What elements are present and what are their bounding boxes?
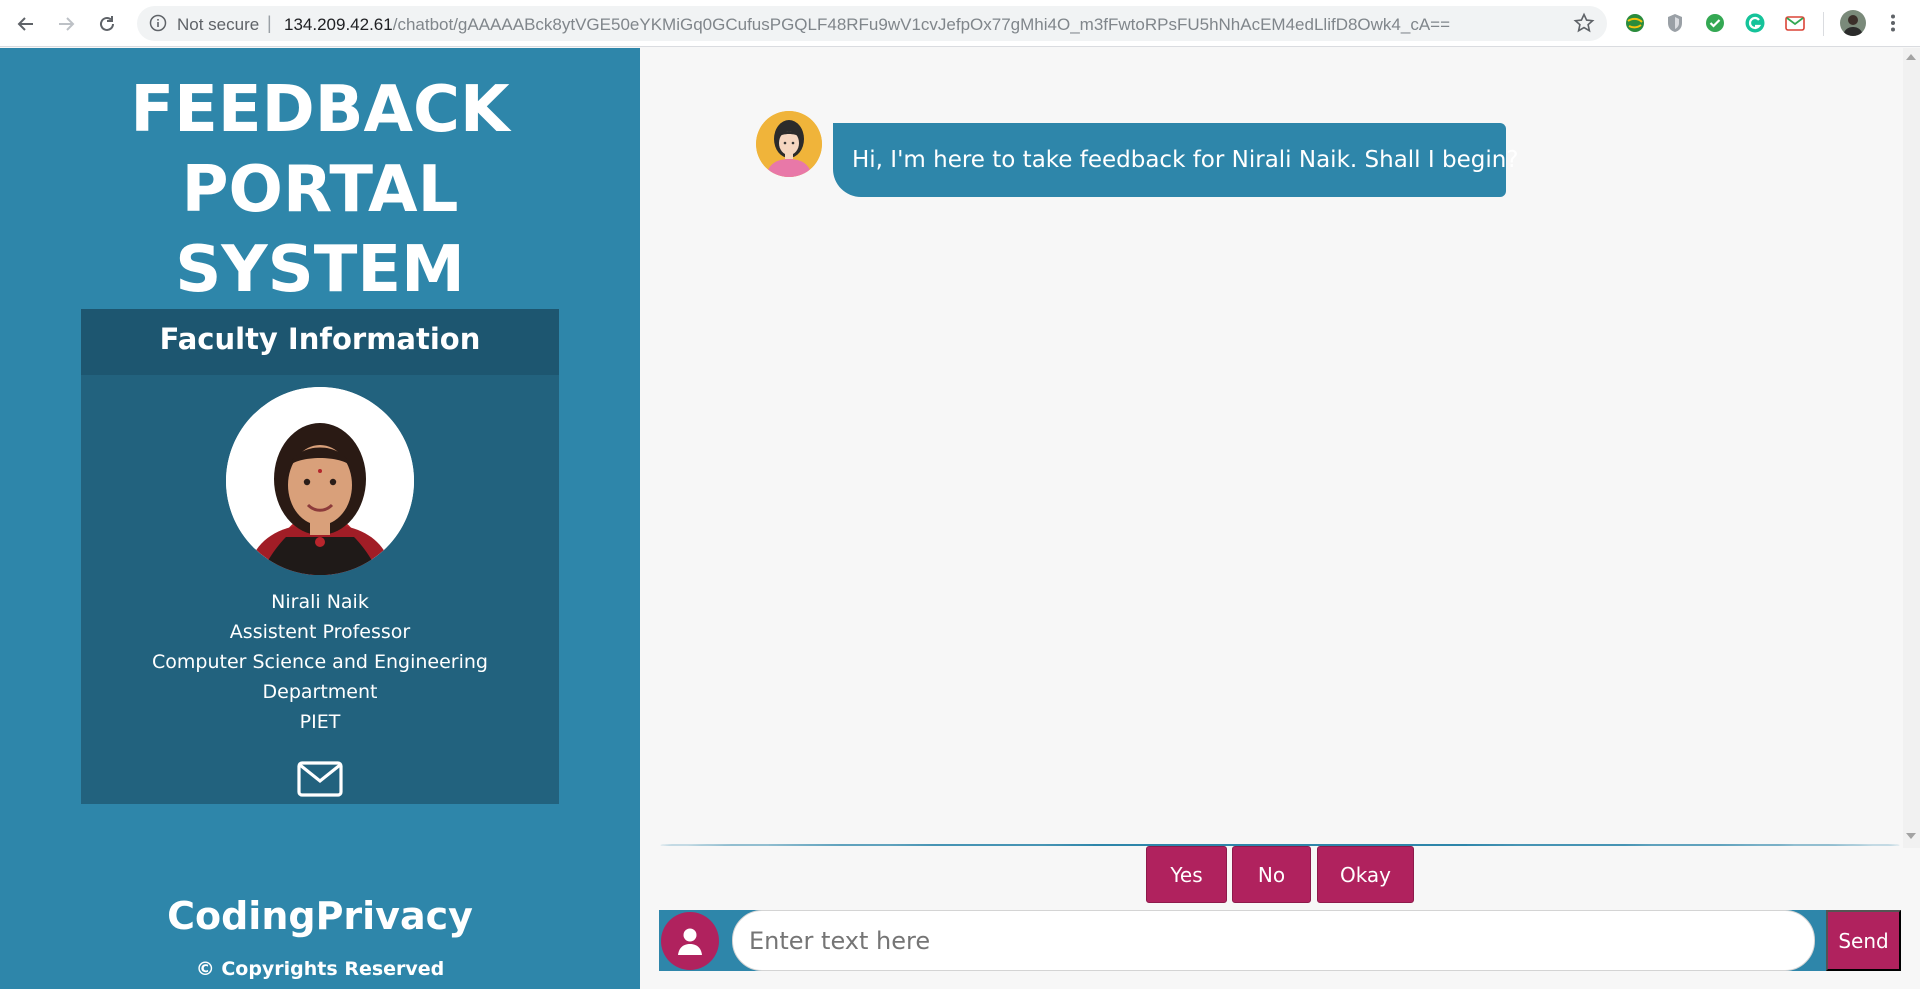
url-path: /chatbot/gAAAAABck8ytVGE50eYKMiGq0GCufus… [392,15,1451,34]
bot-avatar-icon [756,111,822,177]
faculty-photo [226,387,414,575]
profile-avatar-icon[interactable] [1840,10,1866,36]
faculty-department-line-1: Computer Science and Engineering [152,651,488,673]
browser-toolbar: Not secure | 134.209.42.61/chatbot/gAAAA… [0,0,1920,47]
faculty-name: Nirali Naik [271,591,369,613]
star-icon[interactable] [1573,12,1595,34]
url-separator: | [267,13,272,33]
extension-globe-icon[interactable] [1624,12,1646,34]
send-button[interactable]: Send [1826,910,1901,971]
faculty-designation: Assistent Professor [229,621,411,643]
scroll-up-arrow-icon[interactable] [1906,54,1916,60]
extension-grammarly-icon[interactable] [1744,12,1766,34]
envelope-icon[interactable] [297,761,343,797]
security-label: Not secure [177,15,260,34]
title-line-1: FEEDBACK PORTAL [130,73,510,227]
faculty-info-heading: Faculty Information [81,309,559,375]
chat-scrollbar[interactable] [1903,48,1920,848]
chat-panel: Hi, I'm here to take feedback for Nirali… [640,48,1920,989]
back-arrow-icon[interactable] [12,10,40,38]
kebab-menu-icon[interactable] [1882,12,1904,34]
faculty-info-card: Faculty Information Nirali Naik Assisten… [81,309,559,804]
sidebar: FEEDBACK PORTAL SYSTEM Faculty Informati… [0,48,640,989]
url-host: 134.209.42.61 [284,15,393,34]
brand-name: CodingPrivacy [167,894,473,938]
reload-icon[interactable] [93,10,121,38]
faculty-institute: PIET [299,711,341,733]
scroll-down-arrow-icon[interactable] [1906,833,1916,839]
extension-check-icon[interactable] [1704,12,1726,34]
url-text[interactable]: 134.209.42.61/chatbot/gAAAAABck8ytVGE50e… [284,15,1450,35]
user-avatar-icon [661,912,719,970]
faculty-department-line-2: Department [262,681,378,703]
page-title: FEEDBACK PORTAL SYSTEM [0,70,640,310]
extension-shield-icon[interactable] [1664,12,1686,34]
info-icon[interactable] [149,14,167,32]
copyright-text: © Copyrights Reserved [195,958,445,980]
forward-arrow-icon[interactable] [52,10,80,38]
title-line-2: SYSTEM [175,233,465,307]
message-composer: Send [659,910,1901,971]
quick-reply-no-button[interactable]: No [1232,846,1311,903]
quick-reply-okay-button[interactable]: Okay [1317,846,1414,903]
quick-reply-yes-button[interactable]: Yes [1146,846,1227,903]
extension-mail-icon[interactable] [1784,12,1806,34]
toolbar-divider [1823,12,1824,36]
bot-message-bubble: Hi, I'm here to take feedback for Nirali… [833,123,1519,197]
faculty-details: Nirali Naik Assistent Professor Computer… [81,587,559,737]
message-input[interactable] [732,910,1815,971]
address-bar[interactable]: Not secure | 134.209.42.61/chatbot/gAAAA… [137,6,1607,41]
